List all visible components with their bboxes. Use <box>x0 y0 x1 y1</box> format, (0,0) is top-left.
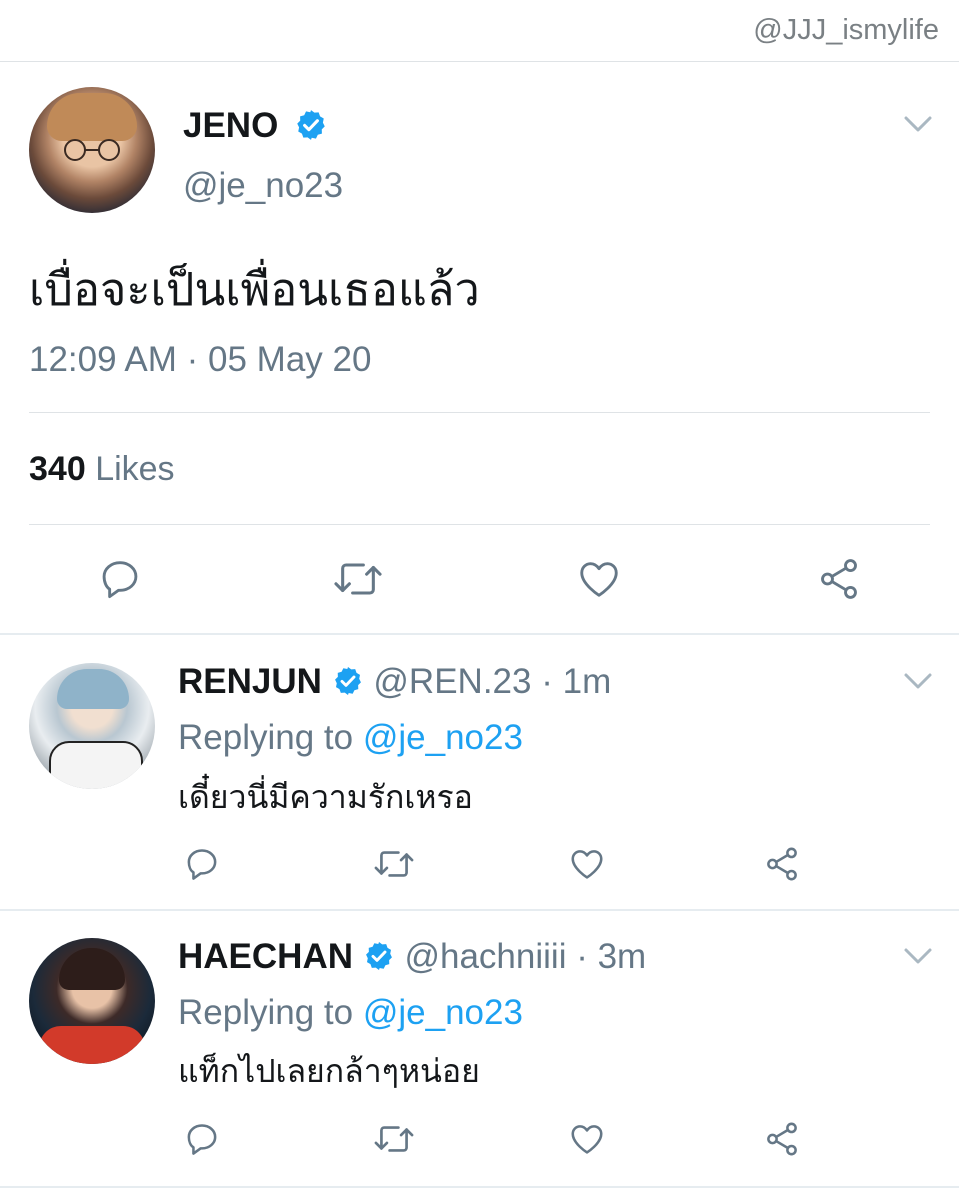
author-name-text[interactable]: JENO <box>183 106 278 145</box>
divider <box>29 524 930 525</box>
tweet-timestamp: 12:09 AM · 05 May 20 <box>29 340 371 380</box>
reply-header: RENJUN @REN.23 · 1m <box>178 662 611 702</box>
share-icon[interactable] <box>816 556 862 602</box>
chevron-down-icon[interactable] <box>903 946 933 966</box>
like-icon[interactable] <box>568 845 606 883</box>
reply-header: HAECHAN @hachniiii · 3m <box>178 937 646 977</box>
replying-to: Replying to @je_no23 <box>178 718 523 758</box>
reply-author-name[interactable]: RENJUN <box>178 662 322 701</box>
avatar[interactable] <box>29 87 155 213</box>
replying-to-mention[interactable]: @je_no23 <box>363 993 523 1032</box>
timestamp-separator: · <box>186 340 199 379</box>
replying-to-label: Replying to <box>178 718 354 757</box>
replying-to-mention[interactable]: @je_no23 <box>363 718 523 757</box>
like-icon[interactable] <box>576 556 622 602</box>
likes-count: 340 <box>29 450 86 488</box>
retweet-icon[interactable] <box>372 1120 416 1158</box>
reply-author-handle[interactable]: @REN.23 <box>373 662 531 701</box>
reply-text: แท็กไปเลยกล้าๆหน่อย <box>178 1052 480 1090</box>
divider <box>29 412 930 413</box>
reply-time: 1m <box>562 662 612 701</box>
chevron-down-icon[interactable] <box>903 671 933 691</box>
replying-to-label: Replying to <box>178 993 354 1032</box>
tweet-text: เบื่อจะเป็นเพื่อนเธอแล้ว <box>29 263 480 316</box>
reply-author-handle[interactable]: @hachniiii <box>404 937 566 976</box>
verified-icon <box>334 666 361 695</box>
meta-separator: · <box>576 937 588 976</box>
reply-icon[interactable] <box>183 1120 221 1158</box>
share-icon[interactable] <box>763 845 801 883</box>
meta-separator: · <box>541 662 553 701</box>
retweet-icon[interactable] <box>331 556 385 602</box>
avatar[interactable] <box>29 663 155 789</box>
likes-stat[interactable]: 340 Likes <box>29 450 175 489</box>
share-icon[interactable] <box>763 1120 801 1158</box>
tweet-time: 12:09 AM <box>29 340 177 379</box>
author-name[interactable]: JENO <box>183 106 328 146</box>
verified-icon <box>365 941 392 970</box>
reply-icon[interactable] <box>97 556 143 602</box>
tweet-date: 05 May 20 <box>208 340 372 379</box>
avatar[interactable] <box>29 938 155 1064</box>
verified-icon <box>297 109 325 140</box>
likes-label: Likes <box>95 450 175 488</box>
watermark: @JJJ_ismylife <box>753 14 939 46</box>
reply-icon[interactable] <box>183 845 221 883</box>
tweet-separator <box>0 633 959 635</box>
tweet-separator <box>0 1186 959 1188</box>
reply-author-name[interactable]: HAECHAN <box>178 937 353 976</box>
reply-text: เดี๋ยวนี่มีความรักเหรอ <box>178 778 473 816</box>
top-divider <box>0 61 959 62</box>
replying-to: Replying to @je_no23 <box>178 993 523 1033</box>
chevron-down-icon[interactable] <box>903 114 933 134</box>
retweet-icon[interactable] <box>372 845 416 883</box>
author-handle[interactable]: @je_no23 <box>183 166 343 206</box>
tweet-separator <box>0 909 959 911</box>
like-icon[interactable] <box>568 1120 606 1158</box>
reply-time: 3m <box>597 937 647 976</box>
